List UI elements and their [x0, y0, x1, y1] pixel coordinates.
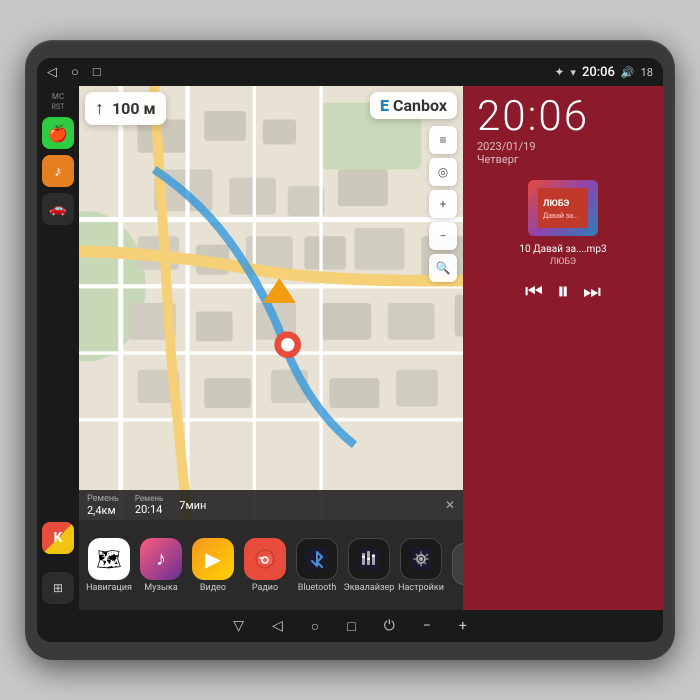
eq-icon [348, 538, 390, 580]
sys-home-btn[interactable]: ○ [311, 618, 319, 635]
volume-icon: 🔊 [621, 66, 635, 79]
center-area: ↑ 100 м E Canbox ≡ ◎ + − [79, 86, 463, 610]
status-nav: ◁ ○ □ [47, 64, 101, 80]
left-sidebar: MC RST 🍎 ♪ 🚗 K ⊞ [37, 86, 79, 610]
back-nav-btn[interactable]: ◁ [47, 65, 57, 80]
album-art-inner: ЛЮБЭ Давай за... [528, 180, 598, 236]
app-icon-eq[interactable]: Эквалайзер [343, 538, 395, 593]
music-label: Музыка [144, 583, 177, 593]
radio-icon [244, 538, 286, 580]
prev-btn[interactable]: ⏮ [525, 279, 543, 303]
radio-label: Радио [252, 583, 278, 593]
right-panel: 20:06 2023/01/19 Четверг ЛЮБЭ Давай за...… [463, 86, 663, 610]
k-sidebar-btn[interactable]: K [42, 522, 74, 554]
video-icon: ▶ [192, 538, 234, 580]
map-zoom-in-btn[interactable]: + [429, 190, 457, 218]
grid-sidebar-btn[interactable]: ⊞ [42, 572, 74, 604]
app-icon-music[interactable]: ♪ Музыка [135, 538, 187, 593]
car-icon: 🚗 [49, 201, 66, 217]
recent-nav-btn[interactable]: □ [93, 64, 101, 80]
sys-back-btn[interactable]: ▽ [233, 618, 244, 634]
car-sidebar-btn[interactable]: 🚗 [42, 193, 74, 225]
status-right: ✦ ▾ 20:06 🔊 18 [554, 65, 653, 80]
home-nav-btn[interactable]: ○ [71, 64, 79, 80]
app-grid: 🗺 Навигация ♪ Музыка ▶ Видео [79, 520, 463, 610]
music-sidebar-btn[interactable]: ♪ [42, 155, 74, 187]
map-stat-eta: Ремень 20:14 [135, 494, 163, 516]
artist-name: ЛЮБЭ [477, 257, 649, 267]
sys-nav-bar: ▽ ◁ ○ □ ⏻ − + [37, 610, 663, 642]
bluetooth-app-icon [296, 538, 338, 580]
music-section: ЛЮБЭ Давай за... 10 Давай за....mp3 ЛЮБЭ … [463, 172, 663, 610]
add-icon: + [452, 543, 463, 585]
bluetooth-icon: ✦ [554, 65, 564, 79]
k-icon: K [54, 530, 63, 546]
app-icon-maps[interactable]: 🗺 Навигация [83, 538, 135, 593]
music-sidebar-icon: ♪ [54, 162, 62, 180]
app-icon-video[interactable]: ▶ Видео [187, 538, 239, 593]
track-name: 10 Давай за....mp3 [477, 244, 649, 255]
bluetooth-label: Bluetooth [298, 583, 337, 593]
time-display: 20:06 [582, 65, 615, 80]
maps-label: Навигация [86, 583, 132, 593]
carplay-icon: 🍎 [48, 124, 68, 143]
sys-minus-btn[interactable]: − [423, 618, 431, 634]
sys-plus-btn[interactable]: + [459, 618, 467, 634]
sys-back-alt-btn[interactable]: ◁ [272, 618, 283, 634]
device-body: ◁ ○ □ ✦ ▾ 20:06 🔊 18 MC RST 🍎 [25, 40, 675, 660]
map-search-btn[interactable]: 🔍 [429, 254, 457, 282]
svg-text:Давай за...: Давай за... [543, 212, 579, 220]
player-controls: ⏮ ⏸ ⏭ [477, 277, 649, 305]
battery-display: 18 [641, 66, 653, 79]
app-icon-radio[interactable]: Радио [239, 538, 291, 593]
clock-date: 2023/01/19 Четверг [477, 140, 649, 166]
map-close-btn[interactable]: ✕ [445, 498, 455, 512]
sys-power-btn[interactable]: ⏻ [384, 618, 395, 634]
status-bar: ◁ ○ □ ✦ ▾ 20:06 🔊 18 [37, 58, 663, 86]
map-location-btn[interactable]: ◎ [429, 158, 457, 186]
music-icon: ♪ [140, 538, 182, 580]
map-bottom-bar: Ремень 2,4км Ремень 20:14 7мин ✕ [79, 490, 463, 520]
device-screen: ◁ ○ □ ✦ ▾ 20:06 🔊 18 MC RST 🍎 [37, 58, 663, 642]
maps-icon: 🗺 [88, 538, 130, 580]
play-pause-btn[interactable]: ⏸ [557, 277, 569, 305]
album-art: ЛЮБЭ Давай за... [528, 180, 598, 236]
map-zoom-out-btn[interactable]: − [429, 222, 457, 250]
sys-recent-btn[interactable]: □ [347, 618, 355, 635]
video-label: Видео [200, 583, 226, 593]
map-stat-distance: Ремень 2,4км [87, 494, 119, 517]
next-btn[interactable]: ⏭ [583, 279, 601, 303]
map-menu-btn[interactable]: ≡ [429, 126, 457, 154]
app-icon-bluetooth[interactable]: Bluetooth [291, 538, 343, 593]
app-icon-settings[interactable]: Настройки [395, 538, 447, 593]
settings-icon [400, 538, 442, 580]
rst-label: RST [52, 103, 65, 111]
map-right-controls: ≡ ◎ + − 🔍 [429, 126, 457, 282]
map-container[interactable]: ↑ 100 м E Canbox ≡ ◎ + − [79, 86, 463, 520]
app-icon-add[interactable]: + [447, 543, 463, 588]
clock-section: 20:06 2023/01/19 Четверг [463, 86, 663, 172]
main-area: MC RST 🍎 ♪ 🚗 K ⊞ [37, 86, 663, 610]
eq-label: Эквалайзер [344, 583, 395, 593]
mc-label: MC [52, 92, 64, 101]
map-stat-time: 7мин [179, 499, 206, 512]
settings-label: Настройки [398, 583, 444, 593]
clock-time: 20:06 [477, 96, 649, 138]
svg-text:ЛЮБЭ: ЛЮБЭ [543, 199, 570, 209]
grid-icon: ⊞ [53, 581, 63, 595]
carplay-btn[interactable]: 🍎 [42, 117, 74, 149]
wifi-icon: ▾ [570, 66, 576, 79]
